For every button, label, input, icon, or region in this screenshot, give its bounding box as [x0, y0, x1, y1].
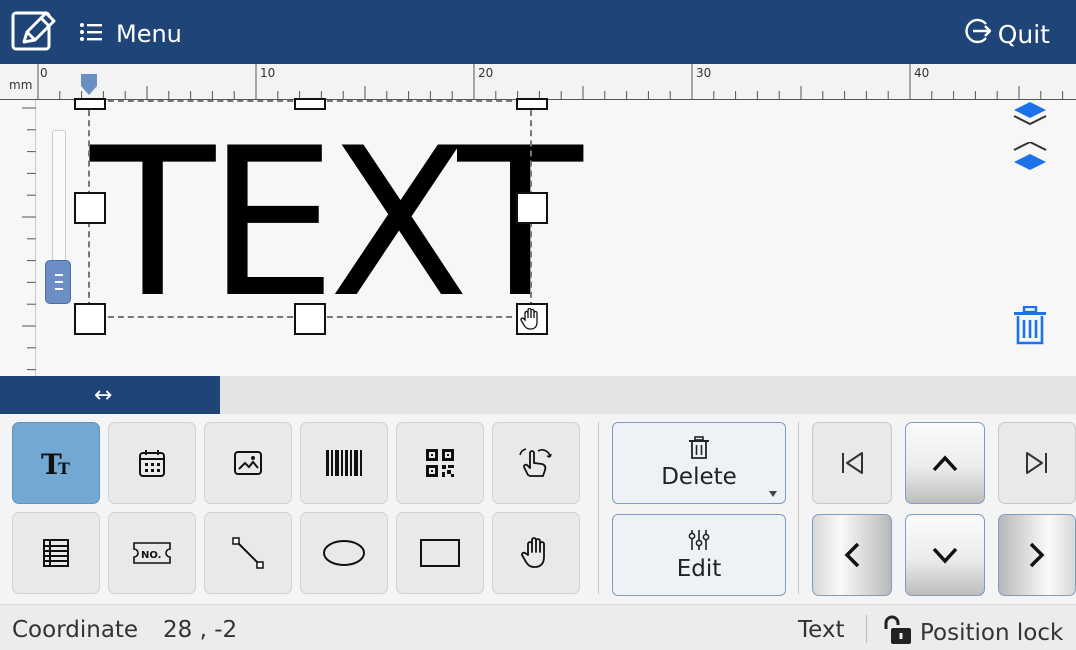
status-divider: [866, 615, 867, 643]
ruler-marker[interactable]: [80, 74, 98, 96]
calendar-icon: [139, 450, 165, 477]
skip-start-icon: [842, 452, 863, 474]
barcode-tool-button[interactable]: [300, 422, 388, 504]
unlock-icon: [880, 615, 914, 650]
tool-panel: T T NO. Delete Edit: [0, 414, 1076, 604]
ellipse-tool-button[interactable]: [300, 512, 388, 594]
resize-handle[interactable]: [74, 192, 106, 224]
serial-number-tool-button[interactable]: NO.: [108, 512, 196, 594]
svg-text:T: T: [58, 459, 70, 478]
last-object-button[interactable]: [998, 422, 1076, 504]
nav-divider: [798, 422, 799, 594]
chevron-up-icon: [932, 455, 958, 472]
delete-label: Delete: [661, 464, 737, 490]
status-bar: Coordinate 28 , -2 Text Position lock: [0, 604, 1076, 650]
vertical-ruler: [22, 100, 36, 376]
edit-button[interactable]: Edit: [612, 514, 786, 596]
dropdown-arrow-icon[interactable]: [769, 491, 777, 497]
ruler-label: 10: [260, 66, 276, 80]
move-down-button[interactable]: [905, 514, 985, 596]
layer-down-icon[interactable]: [1012, 140, 1048, 174]
tool-divider: [598, 422, 599, 594]
rectangle-icon: [420, 539, 460, 567]
layer-up-icon[interactable]: [1012, 102, 1048, 130]
hand-icon: [520, 307, 538, 330]
menu-button[interactable]: Menu: [80, 14, 182, 54]
resize-handle[interactable]: [516, 98, 548, 110]
image-icon: [234, 451, 262, 475]
gesture-tool-button[interactable]: [492, 422, 580, 504]
quit-label: Quit: [997, 19, 1050, 49]
resize-handle[interactable]: [294, 98, 326, 110]
edit-label: Edit: [676, 556, 722, 582]
panel-resize-button[interactable]: ↔: [0, 376, 220, 414]
hand-tool-button[interactable]: [492, 512, 580, 594]
menu-label: Menu: [116, 20, 182, 48]
list-icon: [80, 20, 102, 48]
move-right-button[interactable]: [998, 514, 1076, 596]
line-tool-button[interactable]: [204, 512, 292, 594]
table-tool-button[interactable]: [12, 512, 100, 594]
quit-button[interactable]: Quit: [964, 14, 1050, 54]
panel-toggle-bar: ↔: [0, 376, 1076, 414]
selection-frame: [88, 100, 532, 318]
horizontal-arrows-icon: ↔: [94, 382, 113, 408]
object-type: Text: [798, 617, 845, 643]
image-tool-button[interactable]: [204, 422, 292, 504]
qrcode-tool-button[interactable]: [396, 422, 484, 504]
position-lock-label: Position lock: [920, 620, 1064, 646]
hand-icon: [521, 537, 545, 568]
chevron-right-icon: [1029, 542, 1045, 568]
ruler-label: 20: [478, 66, 494, 80]
serial-number-label: NO.: [141, 550, 161, 561]
trash-icon: [689, 436, 709, 459]
move-left-button[interactable]: [812, 514, 892, 596]
top-bar: Menu Quit: [0, 0, 1076, 64]
ellipse-icon: [323, 540, 365, 566]
zoom-slider-thumb[interactable]: [45, 260, 71, 304]
table-icon: [43, 539, 69, 567]
coordinate-label: Coordinate: [12, 617, 139, 643]
horizontal-ruler[interactable]: mm 0 10 20 30 40: [0, 64, 1076, 100]
move-up-button[interactable]: [905, 422, 985, 504]
ruler-label: 0: [40, 66, 48, 80]
date-tool-button[interactable]: [108, 422, 196, 504]
delete-button[interactable]: Delete: [612, 422, 786, 504]
text-tool-icon: T T: [41, 448, 70, 479]
trash-icon[interactable]: [1012, 305, 1048, 346]
position-lock-toggle[interactable]: Position lock: [880, 615, 1063, 650]
resize-handle[interactable]: [74, 98, 106, 110]
move-handle[interactable]: [516, 303, 548, 335]
ruler-unit: mm: [9, 78, 33, 92]
swipe-gesture-icon: [519, 448, 552, 477]
ruler-label: 30: [696, 66, 712, 80]
coordinate-value: 28 , -2: [163, 617, 238, 643]
skip-end-icon: [1026, 452, 1047, 474]
logout-arrow-icon: [964, 16, 994, 52]
ruler-label: 40: [914, 66, 930, 80]
resize-handle[interactable]: [516, 192, 548, 224]
design-canvas[interactable]: TEXT: [0, 98, 1076, 376]
text-tool-button[interactable]: T T: [12, 422, 100, 504]
serial-number-icon: NO.: [133, 542, 171, 564]
chevron-down-icon: [932, 547, 958, 564]
sliders-icon: [688, 530, 710, 550]
barcode-icon: [326, 450, 362, 476]
chevron-left-icon: [844, 542, 860, 568]
line-icon: [232, 537, 264, 569]
edit-document-icon[interactable]: [10, 10, 58, 54]
resize-handle[interactable]: [74, 303, 106, 335]
qrcode-icon: [426, 449, 454, 477]
first-object-button[interactable]: [812, 422, 892, 504]
resize-handle[interactable]: [294, 303, 326, 335]
rectangle-tool-button[interactable]: [396, 512, 484, 594]
